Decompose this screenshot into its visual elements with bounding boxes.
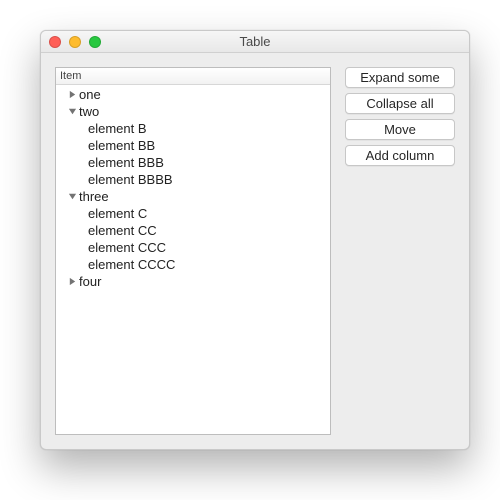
outline-view[interactable]: Item one two element B element BB element BB… <box>55 67 331 435</box>
outline-child-row[interactable]: element BBB <box>56 154 330 171</box>
outline-row[interactable]: one <box>56 86 330 103</box>
outline-row-label: element CCC <box>88 240 166 255</box>
outline-child-row[interactable]: element CCC <box>56 239 330 256</box>
window-title: Table <box>41 34 469 49</box>
move-button[interactable]: Move <box>345 119 455 140</box>
titlebar: Table <box>41 31 469 53</box>
zoom-icon[interactable] <box>89 36 101 48</box>
outline-row-label: element BB <box>88 138 155 153</box>
chevron-right-icon[interactable] <box>68 90 77 99</box>
outline-child-row[interactable]: element CCCC <box>56 256 330 273</box>
collapse-all-button[interactable]: Collapse all <box>345 93 455 114</box>
outline-row-label: element CC <box>88 223 157 238</box>
expand-some-button[interactable]: Expand some <box>345 67 455 88</box>
button-sidebar: Expand some Collapse all Move Add column <box>345 67 455 435</box>
outline-row[interactable]: two <box>56 103 330 120</box>
close-icon[interactable] <box>49 36 61 48</box>
outline-row[interactable]: four <box>56 273 330 290</box>
minimize-icon[interactable] <box>69 36 81 48</box>
outline-child-row[interactable]: element CC <box>56 222 330 239</box>
outline-row-label: element C <box>88 206 147 221</box>
outline-child-row[interactable]: element C <box>56 205 330 222</box>
outline-row-label: element BBB <box>88 155 164 170</box>
add-column-button[interactable]: Add column <box>345 145 455 166</box>
chevron-down-icon[interactable] <box>68 107 77 116</box>
column-header-item[interactable]: Item <box>56 68 330 85</box>
outline-tree: one two element B element BB element BBB elem… <box>56 85 330 434</box>
chevron-right-icon[interactable] <box>68 277 77 286</box>
outline-child-row[interactable]: element BBBB <box>56 171 330 188</box>
outline-row[interactable]: three <box>56 188 330 205</box>
chevron-down-icon[interactable] <box>68 192 77 201</box>
outline-row-label: one <box>79 87 101 102</box>
outline-row-label: three <box>79 189 109 204</box>
outline-row-label: four <box>79 274 101 289</box>
outline-child-row[interactable]: element BB <box>56 137 330 154</box>
content-area: Item one two element B element BB element BB… <box>41 53 469 449</box>
outline-row-label: element CCCC <box>88 257 175 272</box>
outline-row-label: element B <box>88 121 147 136</box>
outline-child-row[interactable]: element B <box>56 120 330 137</box>
outline-row-label: two <box>79 104 99 119</box>
window-controls <box>41 31 101 52</box>
outline-row-label: element BBBB <box>88 172 173 187</box>
window: Table Item one two element B element BB elem… <box>40 30 470 450</box>
